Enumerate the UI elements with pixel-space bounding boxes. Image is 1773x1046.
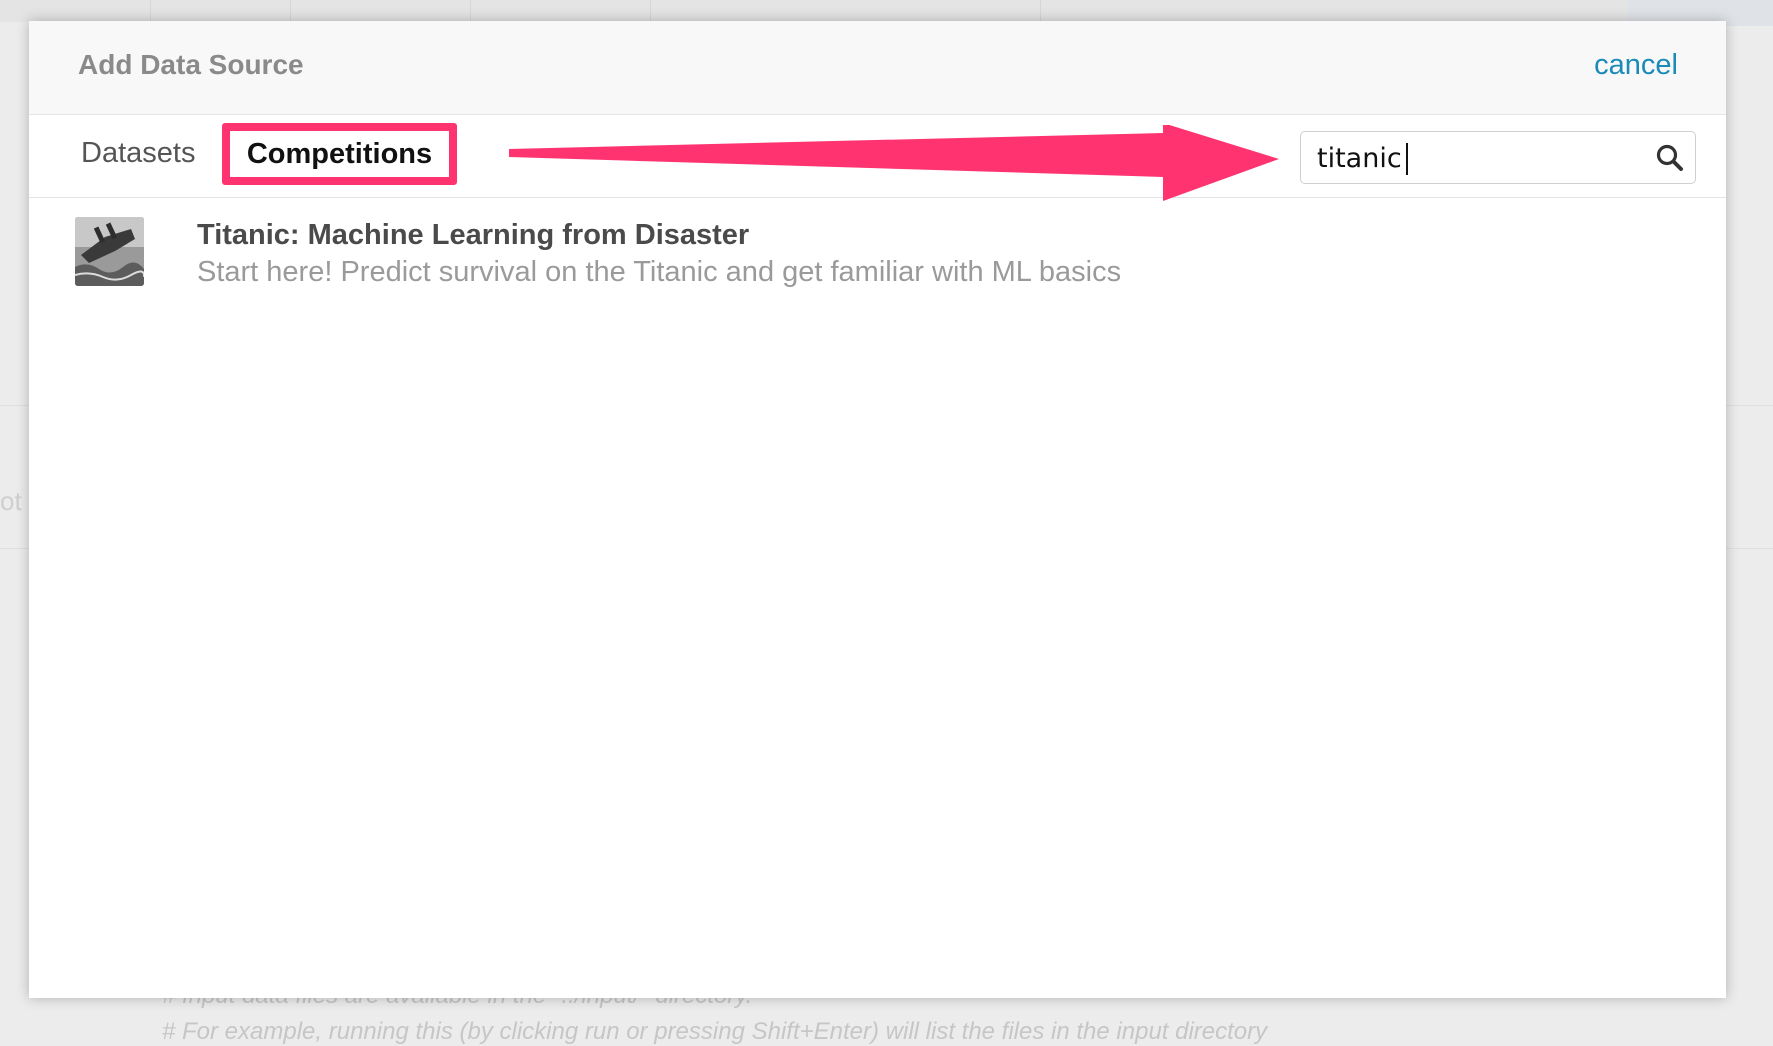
annotation-arrow [509,125,1279,201]
add-data-source-modal: Add Data Source cancel Datasets Competit… [29,21,1726,998]
background-toolbar [0,0,1773,22]
tab-datasets[interactable]: Datasets [81,137,195,170]
modal-header: Add Data Source cancel [29,21,1726,115]
titanic-ship-thumbnail [75,217,144,286]
background-text-fragment: ot [0,486,22,516]
result-item[interactable]: Titanic: Machine Learning from Disaster … [75,217,1675,297]
tab-competitions[interactable]: Competitions [230,131,449,177]
background-code-line: # For example, running this (by clicking… [162,1018,1268,1045]
modal-title: Add Data Source [78,49,304,80]
search-input[interactable] [1317,141,1637,175]
tab-competitions-highlight: Competitions [222,123,457,185]
result-title[interactable]: Titanic: Machine Learning from Disaster [197,219,749,252]
cancel-button[interactable]: cancel [1594,49,1678,82]
search-box[interactable] [1300,131,1696,184]
search-icon[interactable] [1655,143,1685,173]
result-description: Start here! Predict survival on the Tita… [197,256,1122,288]
text-cursor [1406,143,1408,175]
tab-bar: Datasets Competitions [29,115,1726,201]
